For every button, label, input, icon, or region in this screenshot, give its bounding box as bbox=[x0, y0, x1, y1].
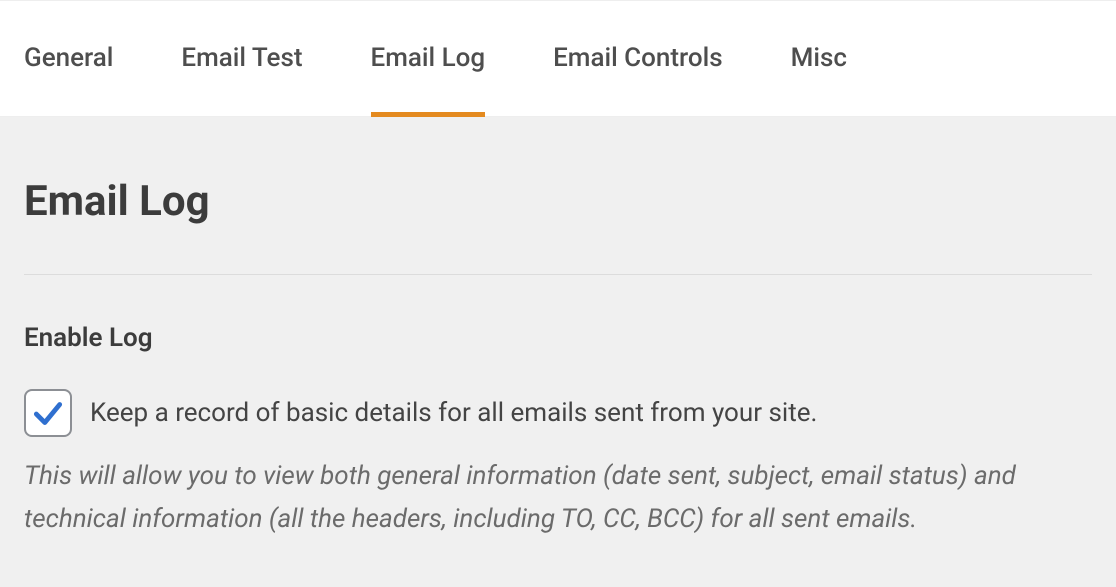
tab-label: Email Test bbox=[181, 43, 302, 73]
enable-log-checkbox[interactable] bbox=[24, 389, 72, 437]
tab-label: Email Controls bbox=[553, 43, 723, 73]
page-title: Email Log bbox=[24, 177, 1092, 226]
enable-log-row: Keep a record of basic details for all e… bbox=[24, 389, 1092, 437]
enable-log-help-text: This will allow you to view both general… bbox=[24, 455, 1092, 541]
tab-misc[interactable]: Misc bbox=[791, 0, 847, 117]
tab-label: Misc bbox=[791, 43, 847, 73]
settings-tabs: General Email Test Email Log Email Contr… bbox=[0, 0, 1116, 117]
tab-email-test[interactable]: Email Test bbox=[181, 0, 302, 117]
enable-log-label: Enable Log bbox=[24, 323, 1092, 353]
divider bbox=[24, 274, 1092, 275]
email-log-panel: Email Log Enable Log Keep a record of ba… bbox=[0, 117, 1116, 587]
check-icon bbox=[31, 396, 65, 430]
tab-label: Email Log bbox=[371, 43, 486, 73]
tab-email-controls[interactable]: Email Controls bbox=[553, 0, 723, 117]
tab-email-log[interactable]: Email Log bbox=[371, 0, 486, 117]
tab-general[interactable]: General bbox=[24, 0, 113, 117]
enable-log-checkbox-text: Keep a record of basic details for all e… bbox=[90, 398, 817, 428]
tab-label: General bbox=[24, 43, 113, 73]
